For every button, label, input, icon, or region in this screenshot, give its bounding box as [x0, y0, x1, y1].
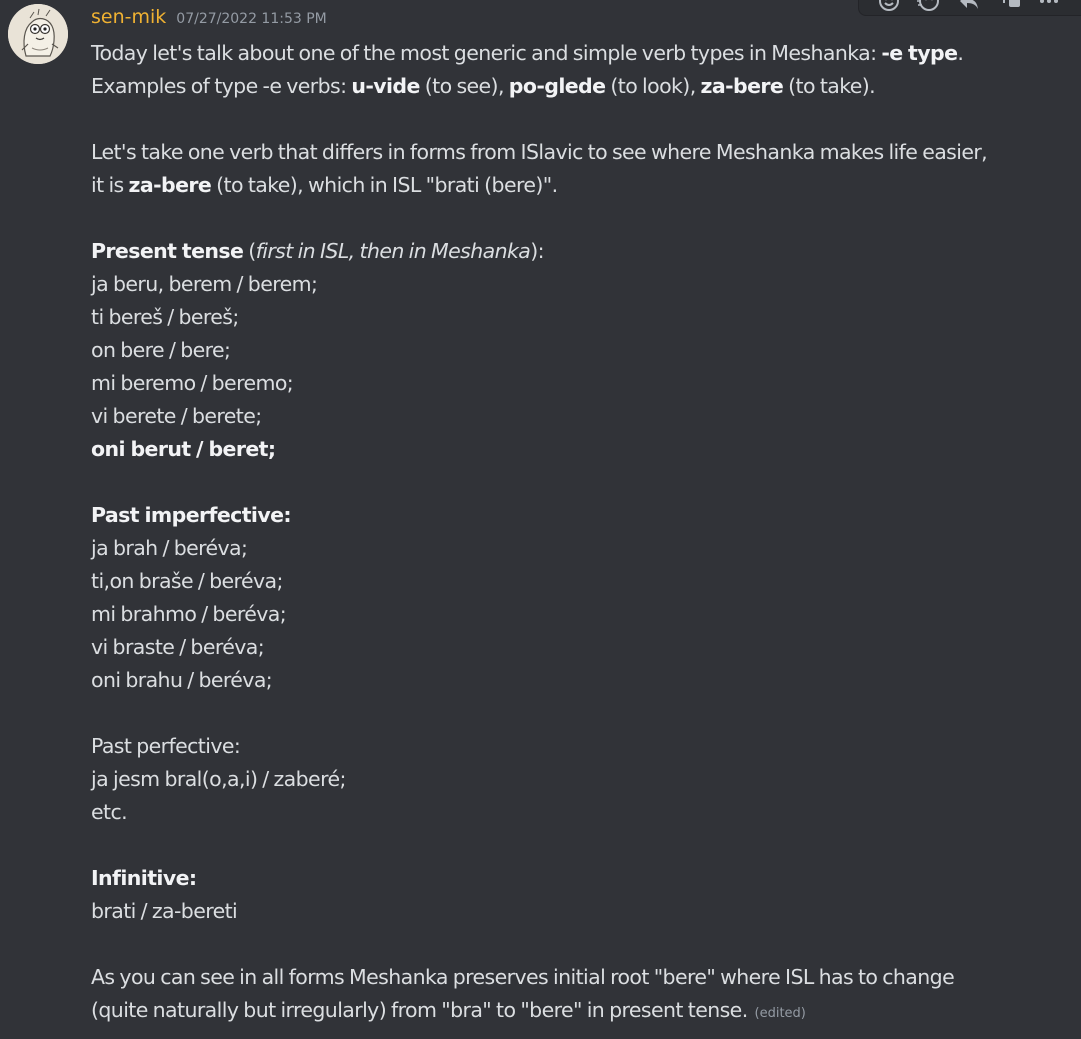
message-line: vi braste / beréva;: [91, 631, 1066, 664]
create-thread-icon: [996, 0, 1022, 13]
italic-text: first in ISL, then in Meshanka: [255, 239, 531, 263]
message-line: Today let's talk about one of the most g…: [91, 37, 1066, 70]
message-line: oni berut / beret;: [91, 433, 1066, 466]
bold-text: za-bere: [700, 74, 784, 98]
more-button[interactable]: [1029, 0, 1069, 16]
bold-text: Present tense: [91, 239, 244, 263]
message-actions-toolbar: [858, 0, 1081, 16]
bold-text: po-glede: [508, 74, 606, 98]
message-content: Today let's talk about one of the most g…: [91, 37, 1066, 1027]
bold-text: za-bere: [128, 173, 212, 197]
message-line: (quite naturally but irregularly) from "…: [91, 994, 1066, 1027]
message-line: vi berete / berete;: [91, 400, 1066, 433]
message-line: Present tense (first in ISL, then in Mes…: [91, 235, 1066, 268]
message-text: ja beru, berem / berem;: [91, 272, 318, 296]
message-text: Today let's talk about one of the most g…: [91, 41, 882, 65]
super-reaction-icon: [915, 0, 943, 13]
message-line: etc.: [91, 796, 1066, 829]
reply-button[interactable]: [949, 0, 989, 16]
message-line: Let's take one verb that differs in form…: [91, 136, 1066, 169]
bold-text: -e type: [881, 41, 958, 65]
message-text: ):: [530, 239, 544, 263]
message-text: etc.: [91, 800, 128, 824]
message-text: (: [243, 239, 256, 263]
message-text: vi berete / berete;: [91, 404, 262, 428]
message-text: (quite naturally but irregularly) from "…: [91, 998, 753, 1022]
message-line: it is za-bere (to take), which in ISL "b…: [91, 169, 1066, 202]
message-timestamp[interactable]: 07/27/2022 11:53 PM: [176, 11, 326, 27]
message-text: brati / za-bereti: [91, 899, 238, 923]
message-text: oni brahu / beréva;: [91, 668, 273, 692]
message-line: ja brah / beréva;: [91, 532, 1066, 565]
message-line: Infinitive:: [91, 862, 1066, 895]
message-line: As you can see in all forms Meshanka pre…: [91, 961, 1066, 994]
message-text: ti bereš / bereš;: [91, 305, 239, 329]
message-text: vi braste / beréva;: [91, 635, 265, 659]
chat-message: sen-mik 07/27/2022 11:53 PM Today let's …: [0, 0, 1081, 1039]
create-thread-button[interactable]: [989, 0, 1029, 16]
bold-text: Past imperfective:: [91, 503, 292, 527]
message-text: mi beremo / beremo;: [91, 371, 294, 395]
message-line: on bere / bere;: [91, 334, 1066, 367]
message-text: Examples of type -e verbs:: [91, 74, 352, 98]
message-text: mi brahmo / beréva;: [91, 602, 287, 626]
message-text: Let's take one verb that differs in form…: [91, 140, 988, 164]
message-line: brati / za-bereti: [91, 895, 1066, 928]
message-text: Past perfective:: [91, 734, 241, 758]
message-line: ja jesm bral(o,a,i) / zaberé;: [91, 763, 1066, 796]
message-line: ja beru, berem / berem;: [91, 268, 1066, 301]
message-text: (to see),: [419, 74, 509, 98]
message-text: ja brah / beréva;: [91, 536, 248, 560]
message-text: on bere / bere;: [91, 338, 231, 362]
message-line: ti,on braše / beréva;: [91, 565, 1066, 598]
message-text: (to take).: [783, 74, 876, 98]
message-line: mi brahmo / beréva;: [91, 598, 1066, 631]
message-text: ja jesm bral(o,a,i) / zaberé;: [91, 767, 346, 791]
message-line: mi beremo / beremo;: [91, 367, 1066, 400]
message-text: ti,on braše / beréva;: [91, 569, 283, 593]
add-reaction-button[interactable]: [869, 0, 909, 16]
message-text: (to look),: [605, 74, 701, 98]
message-line: Examples of type -e verbs: u-vide (to se…: [91, 70, 1066, 103]
message-line: oni brahu / beréva;: [91, 664, 1066, 697]
message-text: .: [957, 41, 964, 65]
reply-icon: [957, 0, 981, 13]
author-name[interactable]: sen-mik: [91, 6, 166, 28]
bold-text: u-vide: [351, 74, 420, 98]
bold-text: oni berut / beret;: [91, 437, 276, 461]
message-line: ti bereš / bereš;: [91, 301, 1066, 334]
message-line: Past imperfective:: [91, 499, 1066, 532]
message-line: Past perfective:: [91, 730, 1066, 763]
bold-text: Infinitive:: [91, 866, 197, 890]
message-text: As you can see in all forms Meshanka pre…: [91, 965, 955, 989]
message-text: it is: [91, 173, 129, 197]
avatar[interactable]: [8, 4, 68, 64]
message-header: sen-mik 07/27/2022 11:53 PM: [91, 6, 327, 34]
more-icon: [1037, 0, 1061, 13]
edited-label: (edited): [754, 1006, 806, 1021]
add-reaction-icon: [877, 0, 901, 13]
message-text: (to take), which in ISL "brati (bere)".: [211, 173, 558, 197]
super-reaction-button[interactable]: [909, 0, 949, 16]
